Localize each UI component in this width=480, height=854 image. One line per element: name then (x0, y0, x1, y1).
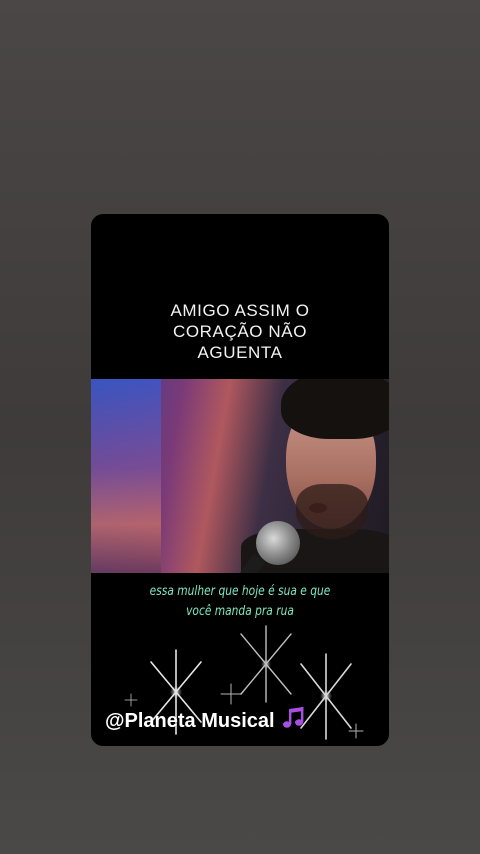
musical-notes-icon (281, 706, 307, 736)
screen: { "story": { "headline": "AMIGO ASSIM O\… (0, 0, 480, 854)
watermark: @Planeta Musical (105, 706, 307, 736)
sparkle-star (240, 625, 292, 703)
microphone-icon (256, 521, 300, 565)
sparkle-star (124, 693, 138, 707)
story-card[interactable]: AMIGO ASSIM O CORAÇÃO NÃO AGUENTA essa m… (91, 214, 389, 746)
sparkle-star (300, 653, 352, 740)
sparkle-star (348, 723, 364, 739)
singer-beard (296, 484, 368, 539)
stage-light (91, 379, 161, 573)
sparkle-star (220, 683, 242, 705)
lyrics-caption: essa mulher que hoje é sua e que você ma… (149, 584, 331, 619)
video-frame[interactable] (91, 379, 389, 573)
watermark-text: @Planeta Musical (105, 710, 275, 732)
singer-hair (281, 379, 389, 439)
singer-mouth (309, 503, 327, 513)
story-headline: AMIGO ASSIM O CORAÇÃO NÃO AGUENTA (170, 301, 310, 362)
